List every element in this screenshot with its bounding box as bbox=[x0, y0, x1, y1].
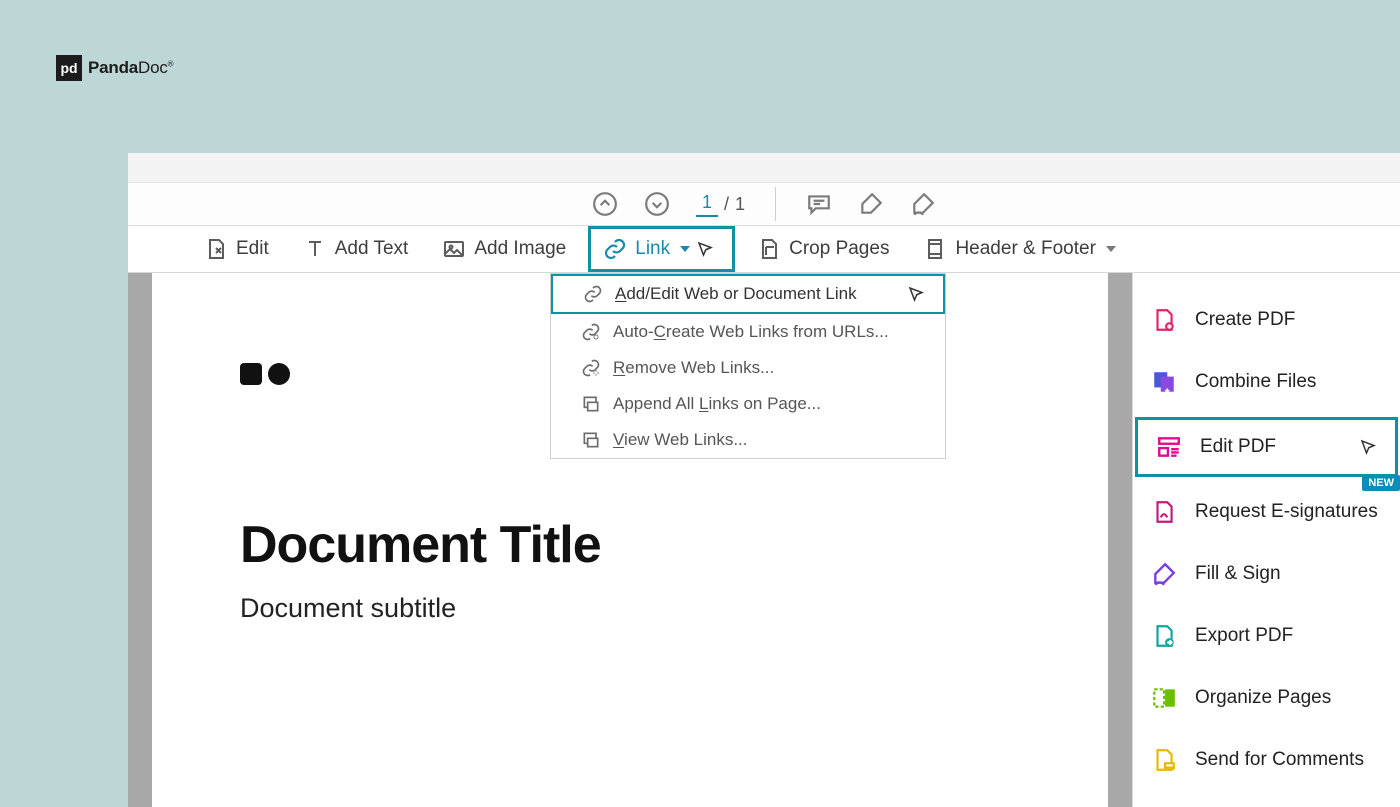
pdf-editor-window: 1 / 1 Edit Add Text Add Image bbox=[128, 153, 1400, 807]
link-tool[interactable]: Link bbox=[588, 226, 735, 272]
page-up-icon[interactable] bbox=[592, 191, 618, 217]
tool-request-esign-label: Request E-signatures bbox=[1195, 501, 1378, 523]
tool-send-comments-label: Send for Comments bbox=[1195, 749, 1364, 771]
tool-fill-sign-label: Fill & Sign bbox=[1195, 563, 1281, 585]
divider bbox=[775, 187, 776, 221]
tool-organize[interactable]: Organize Pages bbox=[1133, 671, 1400, 725]
cursor-icon bbox=[1359, 438, 1377, 456]
chevron-down-icon bbox=[1106, 246, 1116, 252]
current-page-input[interactable]: 1 bbox=[696, 192, 718, 217]
tool-fill-sign[interactable]: Fill & Sign bbox=[1133, 547, 1400, 601]
add-image-label: Add Image bbox=[474, 238, 566, 260]
link-label: Link bbox=[635, 238, 670, 260]
send-comments-icon bbox=[1151, 747, 1177, 773]
comment-icon[interactable] bbox=[806, 191, 832, 217]
tool-combine[interactable]: Combine Files bbox=[1133, 355, 1400, 409]
add-image-tool[interactable]: Add Image bbox=[430, 229, 578, 269]
page-indicator: 1 / 1 bbox=[696, 192, 745, 217]
sign-icon[interactable] bbox=[910, 191, 936, 217]
cursor-icon bbox=[907, 285, 925, 303]
edit-toolbar: Edit Add Text Add Image Link Crop Pages … bbox=[128, 226, 1400, 273]
menu-append-links[interactable]: Append All Links on Page... bbox=[551, 386, 945, 422]
menu-remove-links[interactable]: Remove Web Links... bbox=[551, 350, 945, 386]
edit-pdf-icon bbox=[1156, 434, 1182, 460]
tool-send-comments[interactable]: Send for Comments bbox=[1133, 733, 1400, 787]
tool-edit-pdf-label: Edit PDF bbox=[1200, 436, 1276, 458]
export-pdf-icon bbox=[1151, 623, 1177, 649]
add-text-label: Add Text bbox=[335, 238, 409, 260]
total-pages: 1 bbox=[735, 194, 745, 215]
cursor-icon bbox=[696, 240, 714, 258]
tool-create-pdf-label: Create PDF bbox=[1195, 309, 1295, 331]
request-esign-icon bbox=[1151, 499, 1177, 525]
pandadoc-logo-icon: pd bbox=[56, 55, 82, 81]
edit-label: Edit bbox=[236, 238, 269, 260]
chevron-down-icon bbox=[680, 246, 690, 252]
workspace: Document Title Document subtitle Add/Edi… bbox=[128, 273, 1400, 807]
menu-view-links[interactable]: View Web Links... bbox=[551, 422, 945, 458]
menu-append-label: Append All Links on Page... bbox=[613, 394, 821, 414]
tools-panel: Create PDF Combine Files Edit PDF bbox=[1132, 273, 1400, 807]
pandadoc-brand: pd PandaDoc® bbox=[56, 55, 173, 81]
page-nav-bar: 1 / 1 bbox=[128, 183, 1400, 226]
document-canvas[interactable]: Document Title Document subtitle Add/Edi… bbox=[128, 273, 1132, 807]
create-pdf-icon bbox=[1151, 307, 1177, 333]
tool-combine-label: Combine Files bbox=[1195, 371, 1316, 393]
add-text-tool[interactable]: Add Text bbox=[291, 229, 421, 269]
fill-sign-icon bbox=[1151, 561, 1177, 587]
highlight-icon[interactable] bbox=[858, 191, 884, 217]
link-dropdown-menu: Add/Edit Web or Document Link Auto-Creat… bbox=[550, 273, 946, 459]
combine-files-icon bbox=[1151, 369, 1177, 395]
edit-tool[interactable]: Edit bbox=[192, 229, 281, 269]
tool-create-pdf[interactable]: Create PDF bbox=[1133, 293, 1400, 347]
tool-request-esign[interactable]: Request E-signatures NEW bbox=[1133, 485, 1400, 539]
pandadoc-brand-name: PandaDoc® bbox=[88, 58, 173, 78]
header-footer-label: Header & Footer bbox=[955, 238, 1095, 260]
menu-add-edit-label: Add/Edit Web or Document Link bbox=[615, 284, 857, 304]
menu-add-edit-link[interactable]: Add/Edit Web or Document Link bbox=[551, 274, 945, 314]
header-footer-tool[interactable]: Header & Footer bbox=[911, 229, 1127, 269]
page-down-icon[interactable] bbox=[644, 191, 670, 217]
menu-auto-create-label: Auto-Create Web Links from URLs... bbox=[613, 322, 889, 342]
document-subtitle: Document subtitle bbox=[240, 593, 1020, 624]
organize-icon bbox=[1151, 685, 1177, 711]
logo-shape-square bbox=[240, 363, 262, 385]
crop-pages-tool[interactable]: Crop Pages bbox=[745, 229, 901, 269]
logo-shape-circle bbox=[268, 363, 290, 385]
new-badge: NEW bbox=[1362, 475, 1400, 491]
menu-remove-label: Remove Web Links... bbox=[613, 358, 774, 378]
crop-pages-label: Crop Pages bbox=[789, 238, 889, 260]
document-title: Document Title bbox=[240, 515, 1020, 575]
window-titlebar bbox=[128, 153, 1400, 183]
tool-edit-pdf[interactable]: Edit PDF bbox=[1135, 417, 1398, 477]
tool-organize-label: Organize Pages bbox=[1195, 687, 1331, 709]
tool-export-pdf[interactable]: Export PDF bbox=[1133, 609, 1400, 663]
tool-export-pdf-label: Export PDF bbox=[1195, 625, 1293, 647]
menu-auto-create-links[interactable]: Auto-Create Web Links from URLs... bbox=[551, 314, 945, 350]
menu-view-label: View Web Links... bbox=[613, 430, 748, 450]
